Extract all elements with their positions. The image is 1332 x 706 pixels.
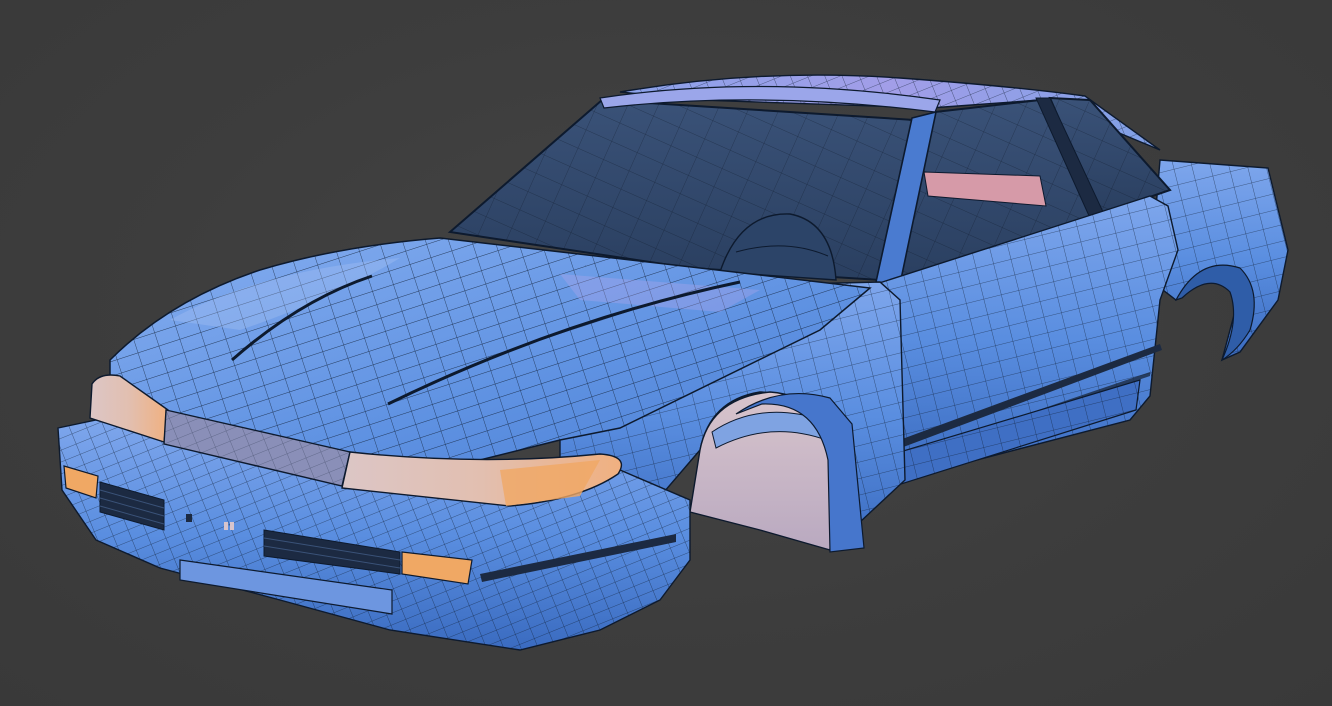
3d-viewport[interactable] — [0, 0, 1332, 706]
viewport-canvas[interactable] — [0, 0, 1332, 706]
